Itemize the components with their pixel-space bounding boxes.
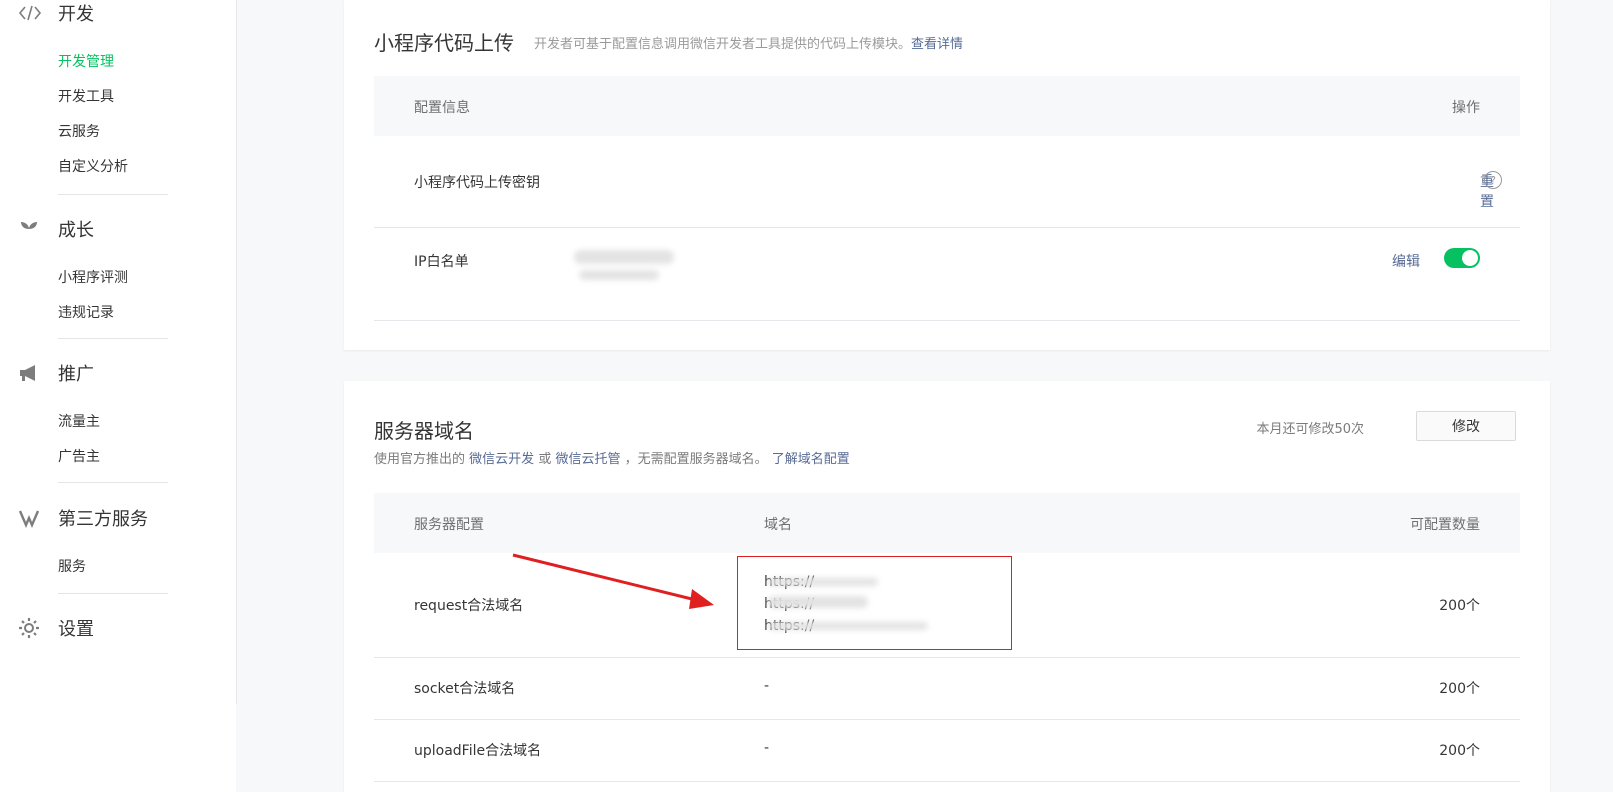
sidebar-section-third-party[interactable]: 第三方服务	[18, 505, 148, 531]
domain-url: -	[764, 740, 770, 756]
sidebar-section-label: 设置	[58, 619, 94, 640]
highlight-box	[737, 556, 1012, 650]
modify-button[interactable]: 修改	[1416, 411, 1516, 441]
table-header: 服务器配置 域名 可配置数量	[374, 493, 1520, 553]
sidebar-item-violations[interactable]: 违规记录	[58, 303, 114, 323]
row-count: 200个	[1439, 681, 1480, 697]
sidebar-section-label: 推广	[58, 364, 94, 385]
domain-url: -	[764, 678, 770, 694]
sidebar-item-service[interactable]: 服务	[58, 557, 86, 577]
sidebar-section-settings[interactable]: 设置	[18, 615, 94, 641]
row-label: socket合法域名	[414, 681, 516, 697]
sidebar-item-advertiser[interactable]: 广告主	[58, 447, 100, 467]
sidebar: 开发 开发管理 开发工具 云服务 自定义分析 成长 小程序评测 违规记录 推广 …	[0, 0, 236, 792]
sidebar-section-growth[interactable]: 成长	[18, 216, 94, 242]
row-count: 200个	[1439, 598, 1480, 614]
col-count: 可配置数量	[1410, 517, 1480, 533]
sidebar-item-cloud-service[interactable]: 云服务	[58, 122, 100, 142]
row-label: 小程序代码上传密钥	[414, 175, 540, 191]
sidebar-section-dev[interactable]: 开发	[18, 0, 94, 26]
remaining-changes: 本月还可修改50次	[1256, 422, 1364, 437]
sidebar-item-dev-management[interactable]: 开发管理	[58, 52, 114, 72]
sidebar-divider	[58, 194, 168, 195]
sidebar-item-traffic-host[interactable]: 流量主	[58, 412, 100, 432]
sidebar-item-custom-analysis[interactable]: 自定义分析	[58, 157, 128, 177]
sidebar-section-label: 第三方服务	[58, 509, 148, 530]
table-row: uploadFile合法域名 - 200个	[374, 720, 1520, 782]
card-title: 小程序代码上传	[374, 31, 514, 55]
col-domain: 域名	[764, 517, 792, 533]
megaphone-icon	[18, 362, 44, 384]
sidebar-divider	[58, 338, 168, 339]
sprout-icon	[18, 218, 44, 240]
help-icon[interactable]: ?	[1484, 171, 1502, 189]
gear-icon	[18, 617, 44, 639]
table-row: socket合法域名 - 200个	[374, 658, 1520, 720]
sidebar-section-label: 成长	[58, 220, 94, 241]
desc-text: 使用官方推出的	[374, 452, 466, 467]
row-label: uploadFile合法域名	[414, 743, 542, 759]
edit-link[interactable]: 编辑	[1392, 251, 1420, 271]
card-description: 使用官方推出的 微信云开发 或 微信云托管 ，无需配置服务器域名。 了解域名配置	[374, 448, 850, 467]
sidebar-divider	[58, 482, 168, 483]
cloud-dev-link[interactable]: 微信云开发	[469, 452, 534, 467]
desc-text: 开发者可基于配置信息调用微信开发者工具提供的代码上传模块。	[534, 37, 912, 52]
redacted-ip	[579, 270, 659, 280]
sidebar-item-dev-tools[interactable]: 开发工具	[58, 87, 114, 107]
table-row: IP白名单 编辑	[374, 228, 1520, 321]
desc-text: 或	[538, 452, 552, 467]
code-icon	[18, 2, 44, 24]
sidebar-item-evaluation[interactable]: 小程序评测	[58, 268, 128, 288]
ip-whitelist-toggle[interactable]	[1444, 248, 1480, 268]
sidebar-divider	[58, 593, 168, 594]
annotation-arrow-icon	[512, 553, 714, 609]
view-details-link[interactable]: 查看详情	[911, 37, 963, 52]
col-config-info: 配置信息	[414, 100, 470, 116]
third-party-icon	[18, 507, 44, 529]
card-title: 服务器域名	[374, 419, 474, 443]
cloud-hosting-link[interactable]: 微信云托管	[555, 452, 620, 467]
col-server-config: 服务器配置	[414, 517, 484, 533]
row-count: 200个	[1439, 743, 1480, 759]
learn-domain-link[interactable]: 了解域名配置	[772, 452, 850, 467]
sidebar-border	[236, 0, 237, 704]
row-label: IP白名单	[414, 254, 469, 270]
sidebar-section-label: 开发	[58, 4, 94, 25]
redacted-ip	[574, 250, 674, 264]
upload-card: 小程序代码上传 开发者可基于配置信息调用微信开发者工具提供的代码上传模块。查看详…	[344, 0, 1550, 350]
desc-text: ，无需配置服务器域名。	[624, 452, 768, 467]
card-description: 开发者可基于配置信息调用微信开发者工具提供的代码上传模块。查看详情	[534, 33, 963, 52]
table-header: 配置信息 操作	[374, 76, 1520, 136]
table-row: 小程序代码上传密钥 重置?	[374, 136, 1520, 228]
sidebar-section-promotion[interactable]: 推广	[18, 360, 94, 386]
col-action: 操作	[1452, 100, 1480, 116]
